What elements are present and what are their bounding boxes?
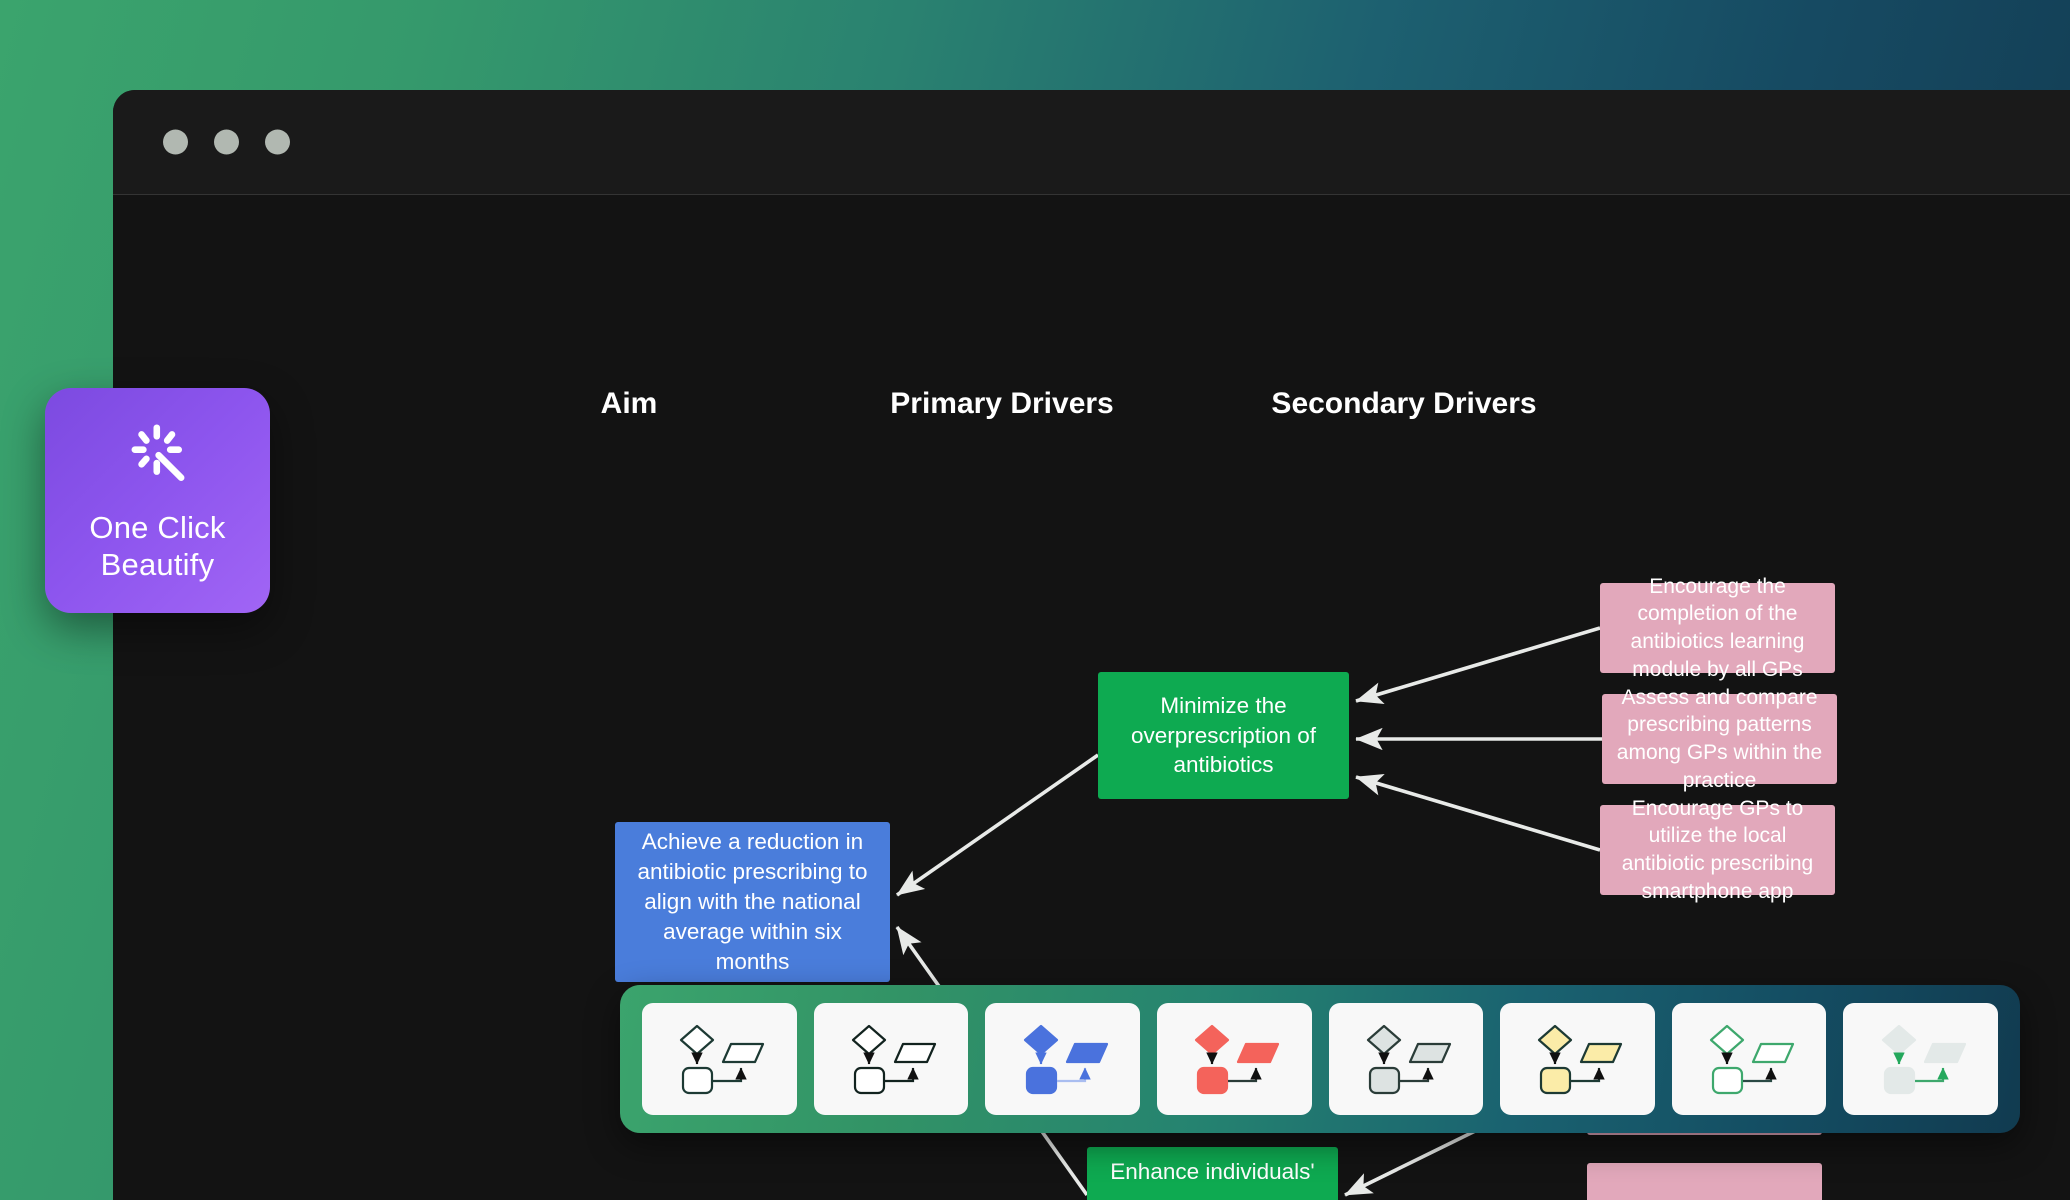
theme-swatch-classic-white[interactable] bbox=[642, 1003, 797, 1115]
sparkle-wand-icon bbox=[131, 424, 184, 482]
theme-swatch-bold-outline[interactable] bbox=[813, 1003, 969, 1115]
column-header-secondary-drivers: Secondary Drivers bbox=[1271, 387, 1537, 420]
theme-preview-yellow bbox=[1538, 1024, 1623, 1095]
node-secondary-driver-3[interactable]: Encourage GPs to utilize the local antib… bbox=[1600, 797, 1835, 903]
column-header-aim: Aim bbox=[600, 387, 658, 420]
theme-preview-bold-outline bbox=[851, 1024, 937, 1095]
theme-swatch-soft-grey-green[interactable] bbox=[1843, 1003, 1998, 1115]
edge-primary1-to-aim bbox=[895, 753, 1100, 897]
theme-preview-red bbox=[1195, 1024, 1280, 1095]
minimize-button[interactable] bbox=[214, 129, 239, 155]
theme-swatch-green-outline[interactable] bbox=[1671, 1003, 1827, 1115]
theme-preview-blue bbox=[1023, 1024, 1108, 1095]
theme-preview-soft-grey-green bbox=[1881, 1024, 1966, 1095]
theme-swatch-red[interactable] bbox=[1156, 1003, 1312, 1115]
theme-preview-classic-white bbox=[680, 1024, 765, 1095]
beautify-label-line1: One Click bbox=[89, 510, 226, 546]
node-primary-driver-2[interactable]: Enhance individuals' bbox=[1087, 1147, 1338, 1200]
maximize-button[interactable] bbox=[265, 129, 290, 155]
theme-preview-grey bbox=[1366, 1024, 1451, 1095]
theme-picker-toolbar[interactable] bbox=[620, 985, 2020, 1133]
theme-preview-green-outline bbox=[1709, 1024, 1795, 1095]
node-secondary-driver-5[interactable] bbox=[1587, 1163, 1822, 1200]
beautify-badge-label: One Click Beautify bbox=[89, 510, 225, 583]
node-secondary-driver-1[interactable]: Encourage the completion of the antibiot… bbox=[1600, 575, 1835, 681]
node-secondary-driver-2[interactable]: Assess and compare prescribing patterns … bbox=[1602, 686, 1837, 792]
window-titlebar bbox=[113, 90, 2070, 195]
column-header-primary-drivers: Primary Drivers bbox=[890, 387, 1114, 420]
edge-secondary1-to-primary1 bbox=[1355, 626, 1601, 705]
beautify-label-line2: Beautify bbox=[100, 546, 215, 582]
node-aim[interactable]: Achieve a reduction in antibiotic prescr… bbox=[615, 822, 890, 982]
edge-secondary3-to-primary1 bbox=[1355, 773, 1601, 852]
theme-swatch-grey[interactable] bbox=[1328, 1003, 1484, 1115]
traffic-light-group bbox=[163, 129, 290, 155]
theme-swatch-blue[interactable] bbox=[985, 1003, 1140, 1115]
close-button[interactable] bbox=[163, 129, 188, 155]
one-click-beautify-badge[interactable]: One Click Beautify bbox=[45, 388, 270, 613]
node-primary-driver-1[interactable]: Minimize the overprescription of antibio… bbox=[1098, 672, 1349, 799]
screenshot-stage: Aim Primary Drivers Secondary Drivers Ac… bbox=[0, 0, 2070, 1200]
theme-swatch-yellow[interactable] bbox=[1500, 1003, 1655, 1115]
